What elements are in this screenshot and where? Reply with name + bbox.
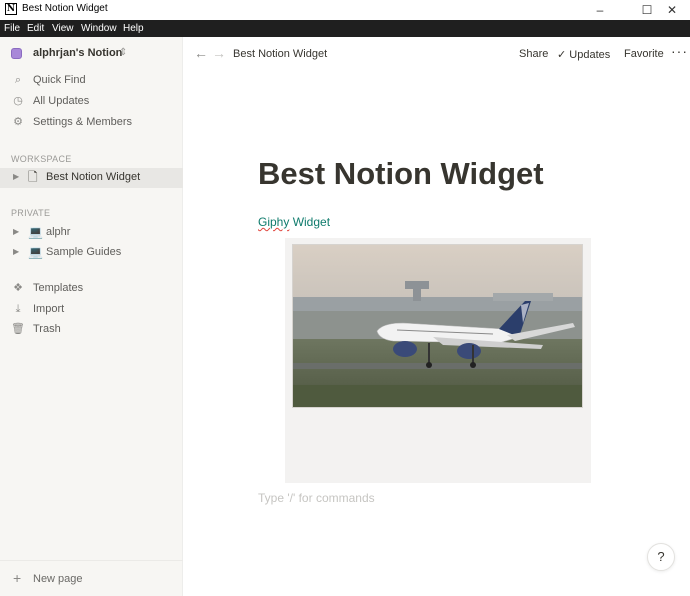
sidebar-item-templates[interactable]: ❖ Templates [0,279,183,299]
command-placeholder[interactable]: Type '/' for commands [258,491,375,505]
sidebar-item-trash[interactable]: 🗑 Trash [0,320,183,340]
airplane-gif-image [292,244,583,408]
menu-help[interactable]: Help [123,23,144,34]
sidebar-item-label: Trash [33,323,61,335]
page-icon: 🗋 [28,170,38,184]
forward-arrow-icon[interactable]: → [212,45,226,61]
favorite-button[interactable]: Favorite [624,48,664,60]
checkmark-icon: ✓ [557,49,567,61]
sidebar-item-label: All Updates [33,95,90,107]
section-label-private: PRIVATE [11,208,51,218]
share-button[interactable]: Share [519,48,548,60]
new-page-label: New page [33,573,83,585]
embed-caption-link[interactable]: Giphy Widget [258,215,330,229]
sidebar-item-label: Settings & Members [33,116,133,128]
embed-caption-word: Giphy [258,215,290,229]
page-topbar: ← → Best Notion Widget Share ✓ Updates F… [183,37,690,71]
sidebar-page-label: Best Notion Widget [46,171,141,183]
sidebar-page-alphr[interactable]: ▶ 💻 alphr [0,223,183,243]
menu-view[interactable]: View [52,23,74,34]
window-titlebar: N Best Notion Widget – ☐ ✕ [0,0,690,21]
close-button[interactable]: ✕ [654,0,690,20]
section-label-workspace: WORKSPACE [11,154,72,164]
sidebar-item-all-updates[interactable]: ◷ All Updates [0,92,183,112]
window-title: Best Notion Widget [22,3,108,14]
help-button[interactable]: ? [647,543,675,571]
menu-file[interactable]: File [4,23,20,34]
sidebar-item-settings[interactable]: ⚙ Settings & Members [0,113,183,133]
templates-icon: ❖ [13,282,23,294]
import-icon: ⤓ [15,303,21,315]
page-title[interactable]: Best Notion Widget [258,156,544,192]
sidebar-item-label: Quick Find [33,74,86,86]
clock-icon: ◷ [13,95,23,107]
plus-icon: + [13,570,22,586]
menu-bar: File Edit View Window Help [0,20,690,37]
sidebar-page-best-notion-widget[interactable]: ▶ 🗋 Best Notion Widget [0,168,183,188]
minimize-button[interactable]: – [582,0,618,20]
trash-icon: 🗑 [11,323,25,335]
gear-icon: ⚙ [13,116,23,128]
embed-caption-rest: Widget [289,215,331,229]
menu-edit[interactable]: Edit [27,23,44,34]
new-page-button[interactable]: + New page [0,560,183,596]
sidebar: alphrjan's Notion ⇕ ⌕ Quick Find ◷ All U… [0,37,183,596]
sidebar-page-label: Sample Guides [46,246,122,258]
sidebar-page-label: alphr [46,226,71,238]
workspace-name: alphrjan's Notion [33,47,123,59]
sidebar-item-quick-find[interactable]: ⌕ Quick Find [0,71,183,91]
menu-window[interactable]: Window [81,23,117,34]
sidebar-page-sample-guides[interactable]: ▶ 💻 Sample Guides [0,243,183,263]
updates-label: Updates [569,49,611,61]
more-options-icon[interactable]: ··· [671,43,688,59]
breadcrumb[interactable]: Best Notion Widget [233,48,327,60]
expand-triangle-icon[interactable]: ▶ [13,247,19,256]
back-arrow-icon[interactable]: ← [194,45,208,61]
sidebar-item-label: Import [33,303,65,315]
sidebar-item-label: Templates [33,282,84,294]
expand-triangle-icon[interactable]: ▶ [13,172,19,181]
giphy-embed-block[interactable] [285,238,591,483]
expand-triangle-icon[interactable]: ▶ [13,227,19,236]
sidebar-item-import[interactable]: ⤓ Import [0,300,183,320]
chevron-updown-icon: ⇕ [119,47,128,58]
notion-app-icon: N [5,3,17,15]
laptop-icon: 💻 [28,245,43,259]
laptop-icon: 💻 [28,225,43,239]
updates-button[interactable]: ✓ Updates [557,48,610,61]
search-icon: ⌕ [14,74,22,86]
workspace-icon [11,48,22,59]
